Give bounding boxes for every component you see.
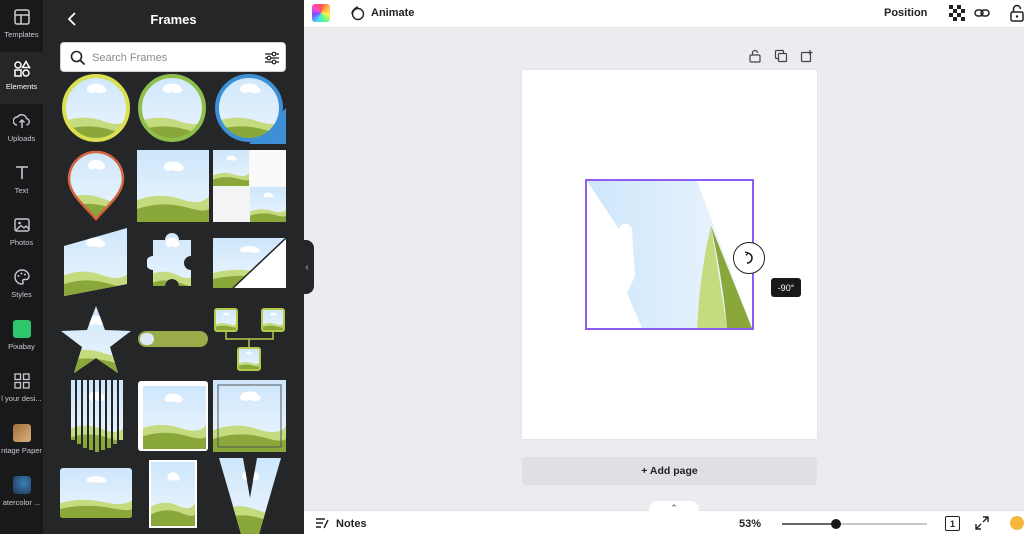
pixabay-icon	[12, 320, 31, 338]
rail-label: Uploads	[7, 134, 36, 143]
rail-item-uploads[interactable]: Uploads	[0, 104, 43, 156]
zoom-slider[interactable]	[782, 519, 927, 529]
vintage-paper-icon	[12, 424, 31, 442]
frame-square-border[interactable]	[213, 380, 286, 452]
selected-frame[interactable]	[585, 179, 754, 330]
rail-item-watercolor[interactable]: atercolor ...	[0, 468, 43, 520]
frames-panel: Frames	[43, 0, 304, 534]
search-icon	[70, 50, 86, 66]
add-page-icon[interactable]	[800, 49, 814, 63]
zoom-slider-thumb[interactable]	[831, 519, 842, 529]
search-input[interactable]	[92, 48, 252, 68]
frame-pin[interactable]	[65, 148, 127, 222]
link-icon[interactable]	[974, 5, 990, 21]
rotation-tooltip: -90°	[771, 278, 801, 297]
show-pages-toggle[interactable]: ⌃	[649, 501, 699, 515]
animate-button[interactable]: Animate	[371, 7, 414, 19]
color-picker-button[interactable]	[312, 4, 330, 22]
zoom-slider-fill	[782, 523, 837, 525]
position-button[interactable]: Position	[884, 7, 927, 19]
search-box[interactable]	[60, 42, 286, 72]
rail-item-apps[interactable]: l your desi...	[0, 364, 43, 416]
add-page-button[interactable]: + Add page	[522, 457, 817, 485]
panel-header: Frames	[43, 0, 304, 38]
text-icon	[15, 166, 28, 179]
rail-label: Photos	[9, 238, 34, 247]
rail-item-pixabay[interactable]: Pixabay	[0, 312, 43, 364]
lock-icon[interactable]	[1009, 4, 1024, 22]
duplicate-page-icon[interactable]	[774, 49, 788, 63]
bottom-bar: Notes ⌃ 53% 1	[304, 501, 1024, 534]
collapse-panel-handle[interactable]: ‹	[300, 240, 314, 294]
panel-title: Frames	[150, 12, 197, 27]
styles-icon	[13, 269, 30, 285]
frame-star[interactable]	[60, 304, 132, 376]
rail-item-text[interactable]: Text	[0, 156, 43, 208]
photos-icon	[13, 218, 30, 232]
frame-diamond-square[interactable]	[137, 150, 209, 222]
watercolor-icon	[12, 476, 31, 494]
lock-page-icon[interactable]	[748, 49, 762, 63]
rail-item-vintage-paper[interactable]: ntage Paper	[0, 416, 43, 468]
frame-grid-collage[interactable]	[213, 150, 286, 222]
zoom-percentage[interactable]: 53%	[739, 518, 761, 530]
frame-split-diagonal[interactable]	[213, 238, 286, 288]
notes-icon[interactable]	[315, 516, 329, 530]
frame-letter-v[interactable]	[219, 458, 281, 534]
frame-circle-yellow[interactable]	[61, 72, 131, 144]
help-icon[interactable]	[1010, 516, 1024, 530]
rotate-icon	[744, 251, 753, 264]
apps-icon	[13, 373, 30, 389]
rail-label: Templates	[4, 30, 39, 39]
frame-rounded-square[interactable]	[137, 380, 209, 452]
frame-circle-green[interactable]	[137, 72, 207, 144]
rail-label: atercolor ...	[2, 498, 41, 507]
rail-label: Pixabay	[8, 342, 35, 351]
filter-icon[interactable]	[264, 50, 280, 66]
rail-item-styles[interactable]: Styles	[0, 260, 43, 312]
left-rail: Templates Elements Uploads Text Photos S…	[0, 0, 43, 534]
rotate-handle[interactable]	[733, 242, 765, 274]
page-count-button[interactable]: 1	[945, 516, 960, 531]
frame-tree-diagram[interactable]	[213, 306, 286, 374]
chevron-left-icon: ‹	[305, 261, 309, 273]
top-toolbar: Animate Position	[304, 0, 1024, 28]
uploads-icon	[12, 114, 30, 128]
rail-label: Styles	[11, 290, 32, 299]
frame-portrait[interactable]	[149, 460, 197, 528]
frame-puzzle[interactable]	[147, 226, 197, 298]
chevron-up-icon: ⌃	[670, 502, 678, 513]
frame-vertical-stripes[interactable]	[67, 380, 125, 452]
rail-label: ntage Paper	[1, 446, 42, 455]
rail-item-photos[interactable]: Photos	[0, 208, 43, 260]
frame-landscape[interactable]	[60, 468, 132, 518]
fullscreen-icon[interactable]	[975, 516, 989, 530]
frame-circle-blue[interactable]	[213, 72, 286, 144]
frame-perspective[interactable]	[61, 226, 129, 298]
rail-item-elements[interactable]: Elements	[0, 52, 43, 104]
rail-item-templates[interactable]: Templates	[0, 0, 43, 52]
transparency-icon[interactable]	[949, 5, 965, 21]
animate-icon[interactable]	[349, 5, 365, 21]
rotated-frame-image	[587, 181, 752, 328]
rail-label: l your desi...	[1, 394, 42, 403]
rail-label: Text	[14, 186, 29, 195]
rail-label: Elements	[5, 82, 38, 91]
elements-icon	[13, 60, 31, 77]
templates-icon	[13, 9, 30, 25]
frame-pill[interactable]	[137, 330, 209, 348]
notes-button[interactable]: Notes	[336, 518, 367, 530]
page-tools	[748, 49, 818, 65]
